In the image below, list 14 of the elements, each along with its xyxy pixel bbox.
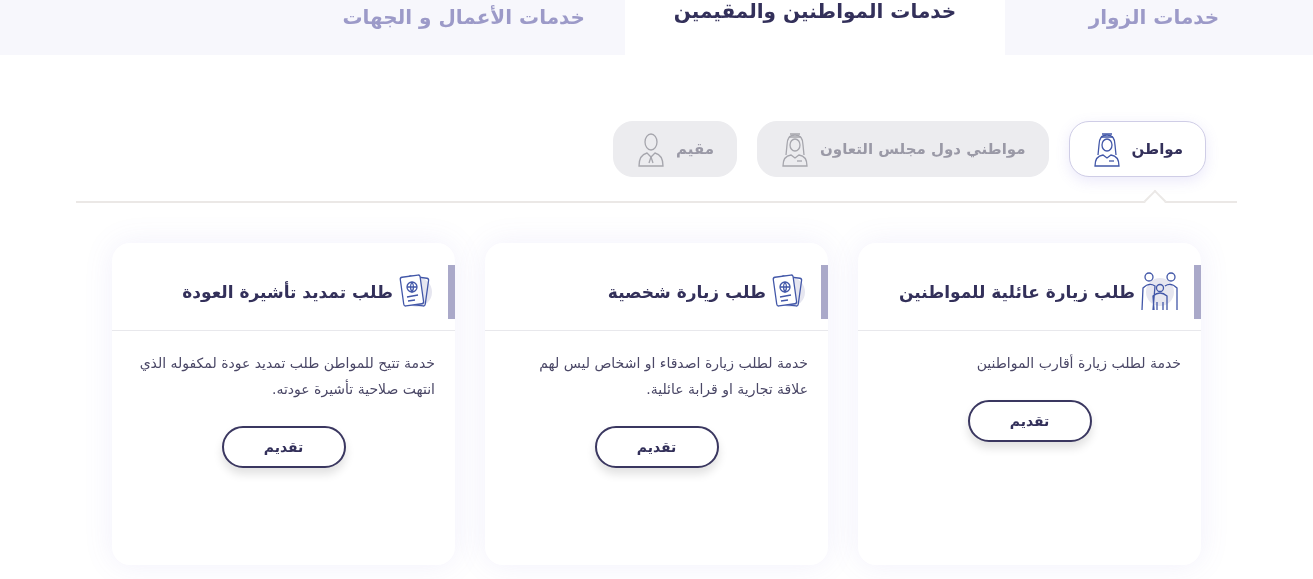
service-title: طلب زيارة شخصية [607,282,766,302]
service-title: طلب زيارة عائلية للمواطنين [898,282,1135,302]
man-in-headdress-icon [780,131,810,167]
man-in-headdress-icon [1091,131,1122,167]
service-description: خدمة لطلب زيارة أقارب المواطنين [975,353,1181,374]
apply-button[interactable]: تقديم [221,426,346,468]
service-description: خدمة تتيح للمواطن طلب تمديد عودة لمكفوله الذي انتهت صلاحية تأشيرة عودته. [138,354,435,400]
user-type-tab[interactable]: مواطن [1068,121,1206,177]
apply-button[interactable]: تقديم [594,426,719,468]
service-title: طلب تمديد تأشيرة العودة [182,282,393,302]
service-description: خدمة لطلب زيارة اصدقاء او اشخاص ليس لهم علاقة تجارية او قرابة عائلية. [538,354,808,400]
apply-button[interactable]: تقديم [967,400,1092,442]
man-in-suit-icon [636,131,667,167]
service-category-tab[interactable]: خدمات المواطنين والمقيمين [625,0,1005,55]
